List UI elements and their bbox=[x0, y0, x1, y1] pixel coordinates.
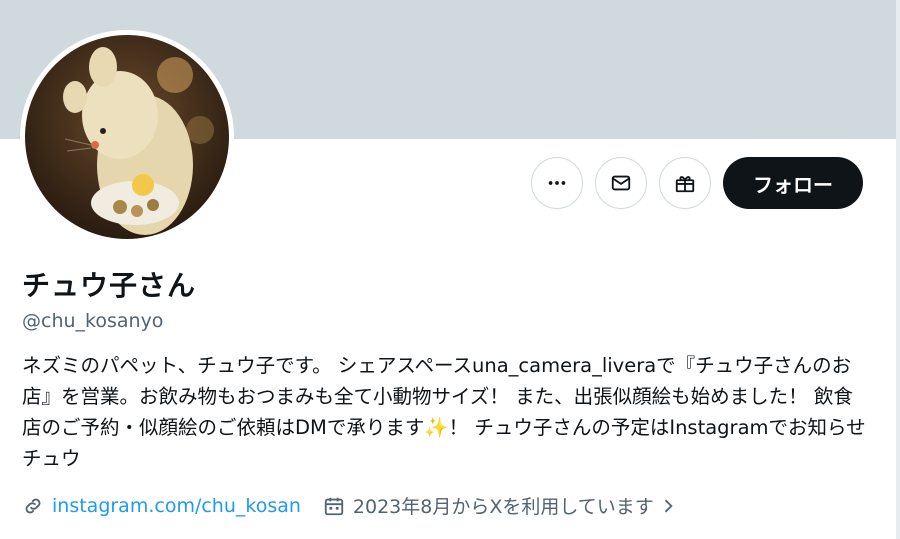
page-divider bbox=[896, 0, 900, 539]
message-button[interactable] bbox=[595, 157, 647, 209]
website-link[interactable]: instagram.com/chu_kosan bbox=[52, 495, 301, 517]
display-name: チュウ子さん bbox=[22, 269, 197, 302]
user-handle: @chu_kosanyo bbox=[22, 310, 164, 332]
gift-icon bbox=[675, 176, 695, 193]
more-button[interactable] bbox=[531, 157, 583, 209]
profile-actions: フォロー bbox=[531, 157, 863, 209]
envelope-icon bbox=[611, 175, 631, 191]
follow-button[interactable]: フォロー bbox=[723, 157, 863, 209]
profile-bio: ネズミのパペット、チュウ子です。 シェアスペースuna_camera_liver… bbox=[22, 354, 866, 470]
avatar-image bbox=[25, 35, 229, 239]
joined-date: 2023年8月からXを利用しています bbox=[352, 496, 654, 518]
chevron-right-icon[interactable] bbox=[658, 496, 678, 516]
avatar[interactable] bbox=[20, 30, 234, 244]
link-icon bbox=[25, 498, 41, 513]
gift-button[interactable] bbox=[659, 157, 711, 209]
calendar-icon bbox=[324, 497, 344, 515]
more-horizontal-icon bbox=[548, 181, 566, 185]
profile-meta: instagram.com/chu_kosan 2023年8月からXを利用してい… bbox=[22, 492, 678, 519]
